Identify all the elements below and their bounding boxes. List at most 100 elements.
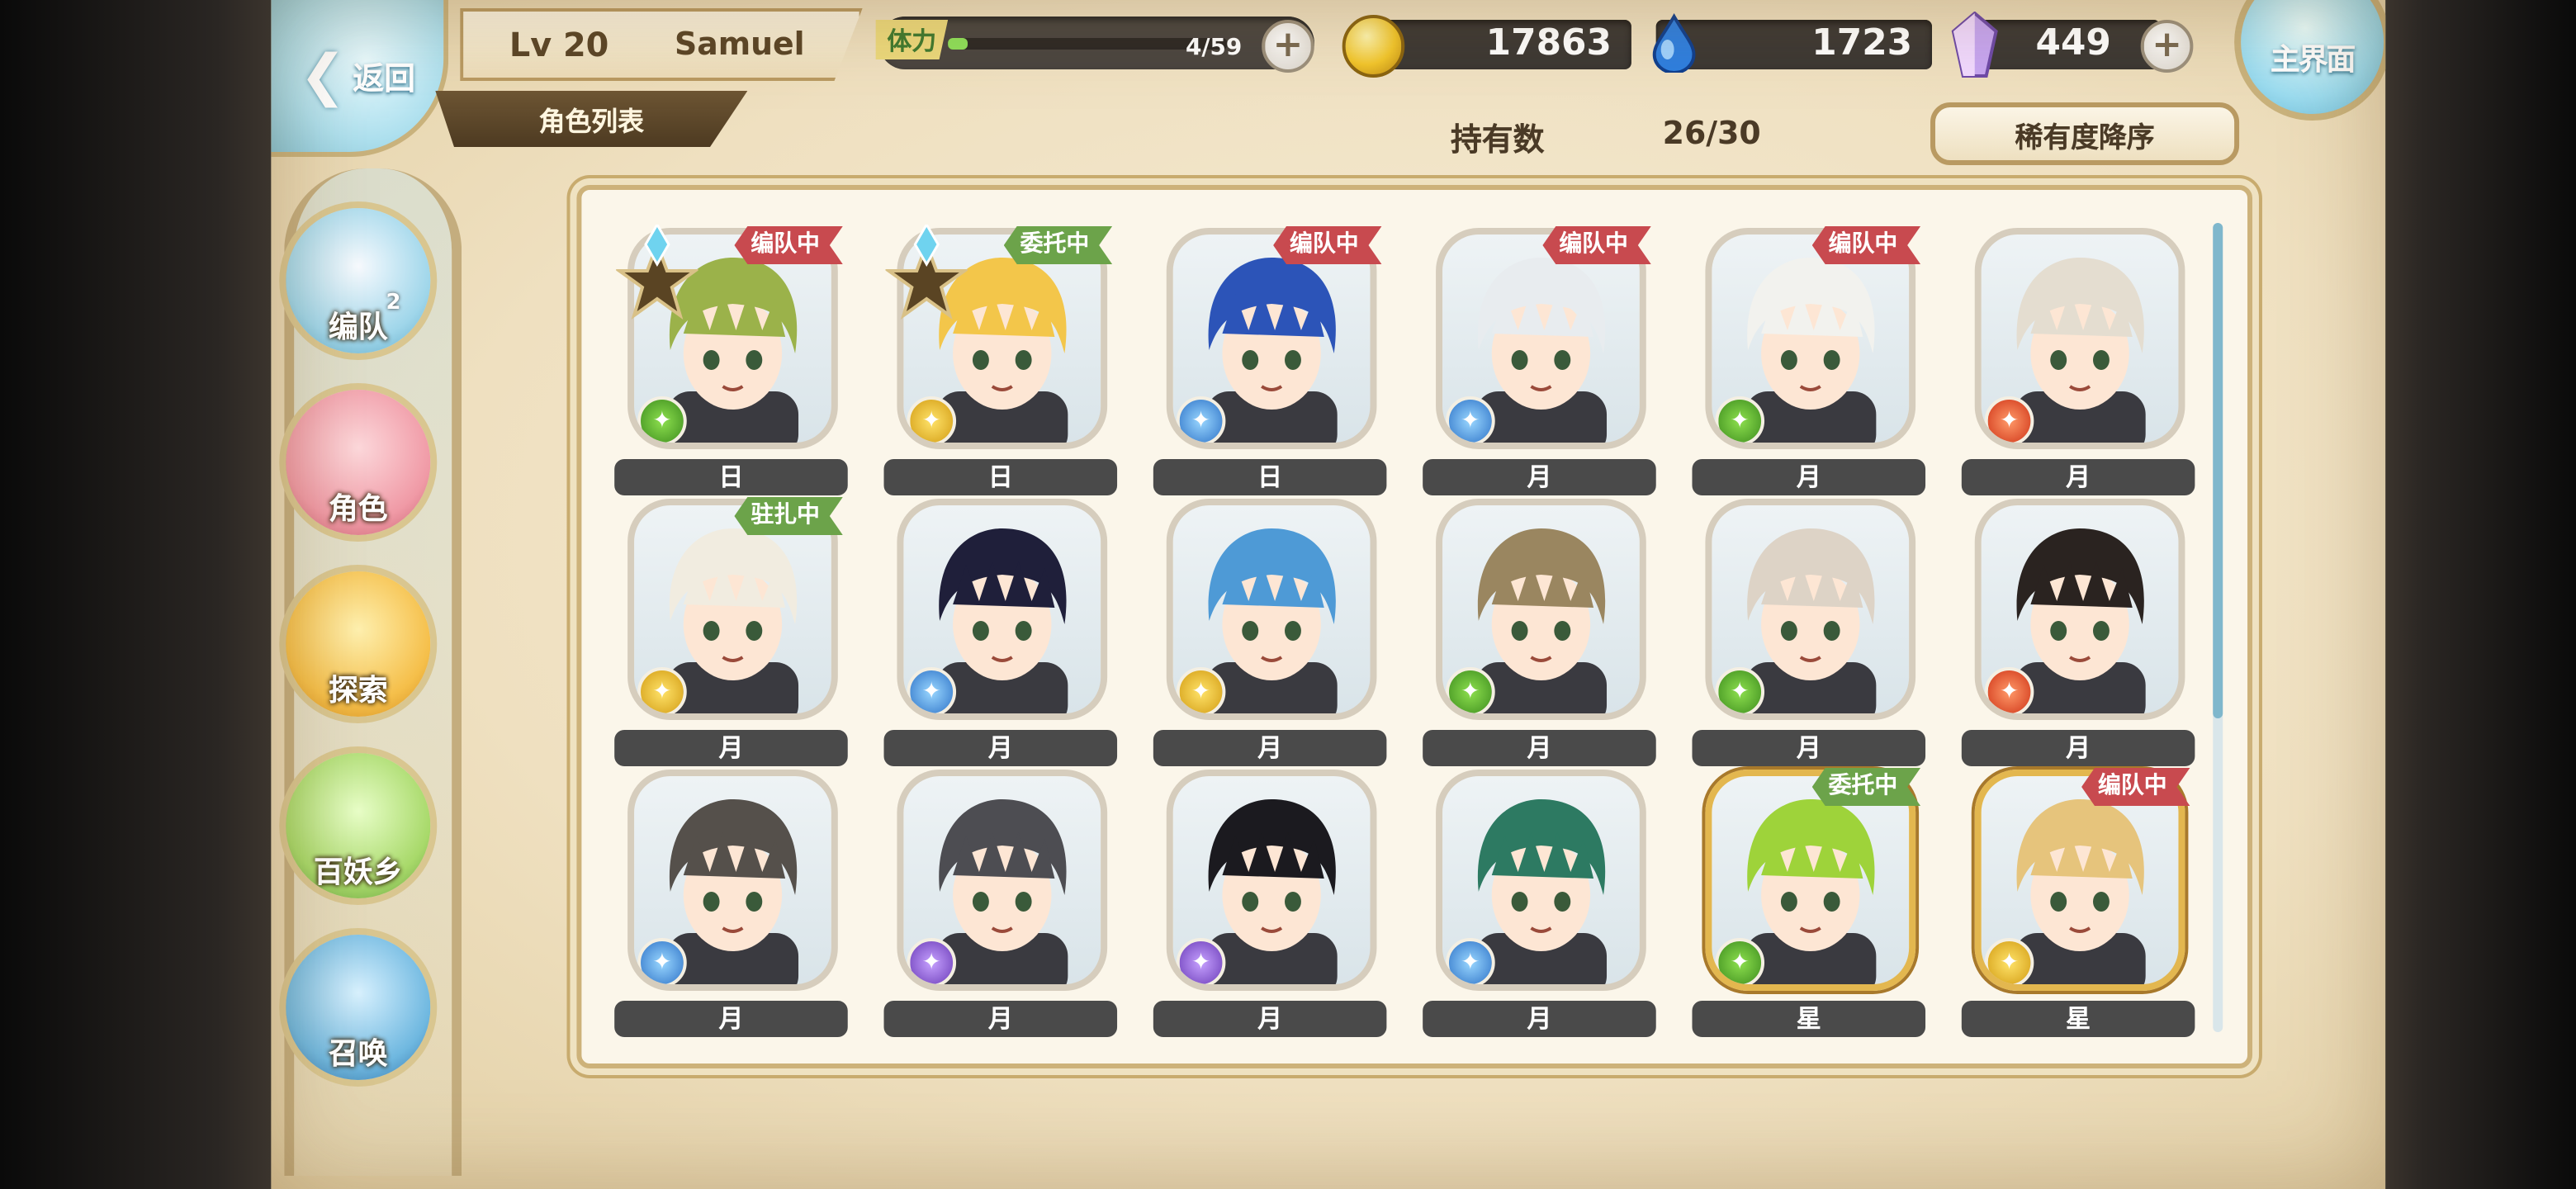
character-card[interactable]: ✦ 编队中月	[1423, 226, 1661, 499]
purple-attribute-icon: ✦	[1176, 938, 1226, 984]
character-card[interactable]: ✦ 月	[1153, 499, 1392, 770]
scrollbar-thumb[interactable]	[2213, 223, 2223, 718]
character-portrait[interactable]: ✦	[897, 770, 1108, 991]
green-attribute-icon: ✦	[1446, 667, 1495, 713]
yellow-attribute-icon: ✦	[1984, 938, 2034, 984]
character-card[interactable]: ✦ 月	[1961, 228, 2200, 499]
character-card[interactable]: ✦ 月	[1423, 770, 1661, 1040]
roster-scrollbar[interactable]	[2213, 223, 2223, 1032]
nav-label: 探索	[328, 674, 388, 708]
green-attribute-icon: ✦	[1715, 667, 1765, 713]
grade-label: 日	[1153, 459, 1387, 495]
character-portrait[interactable]: ✦	[1166, 499, 1377, 720]
character-card[interactable]: ✦ 月	[1153, 770, 1392, 1040]
grade-label: 月	[883, 730, 1118, 766]
character-portrait[interactable]: ✦	[1436, 770, 1646, 991]
add-stamina-button[interactable]: +	[1262, 20, 1314, 73]
character-portrait[interactable]: ✦	[1705, 499, 1916, 720]
status-badge: 编队中	[2081, 768, 2190, 806]
blue-flame-icon	[1652, 13, 1696, 73]
character-card[interactable]: ✦ 驻扎中月	[614, 497, 853, 770]
character-card[interactable]: ✦ 月	[883, 499, 1122, 770]
gold-counter: 17863	[1342, 15, 1631, 78]
nav-item-1[interactable]: 角色	[279, 383, 438, 542]
player-name: Samuel	[674, 26, 805, 63]
grade-label: 月	[1153, 1001, 1387, 1037]
green-attribute-icon: ✦	[637, 396, 687, 443]
back-button[interactable]: ❮ 返回	[271, 0, 449, 157]
status-badge: 编队中	[1812, 226, 1920, 264]
home-label: 主界面	[2270, 42, 2356, 77]
nav-label: 百妖乡	[314, 855, 403, 890]
character-card[interactable]: ✦ 编队中日	[614, 225, 853, 499]
nav-item-2[interactable]: 探索	[279, 565, 438, 723]
green-attribute-icon: ✦	[1715, 396, 1765, 443]
right-dark-border	[2385, 0, 2576, 1189]
add-crystal-button[interactable]: +	[2140, 20, 2194, 73]
owned-count-value: 26/30	[1662, 116, 1761, 152]
grade-label: 月	[1153, 730, 1387, 766]
blue-attribute-icon: ✦	[1446, 938, 1495, 984]
grade-label: 月	[1423, 1001, 1656, 1037]
status-badge: 驻扎中	[734, 497, 842, 535]
status-badge: 委托中	[1004, 226, 1112, 264]
player-level: Lv 20	[509, 25, 609, 64]
character-portrait[interactable]: ✦	[1166, 770, 1377, 991]
character-card[interactable]: ✦ 月	[614, 770, 853, 1040]
red-attribute-icon: ✦	[1984, 667, 2034, 713]
grade-label: 月	[614, 1001, 848, 1037]
character-card[interactable]: ✦ 月	[883, 770, 1122, 1040]
soul-counter: 1723	[1652, 13, 1933, 73]
section-title: 角色列表	[538, 106, 645, 137]
crystal-value: 449	[2035, 23, 2111, 64]
character-card[interactable]: ✦ 委托中日	[883, 225, 1122, 499]
home-button[interactable]: 主界面	[2234, 0, 2386, 121]
character-card[interactable]: ✦ 月	[1961, 499, 2200, 770]
status-badge: 编队中	[1273, 226, 1381, 264]
character-card[interactable]: ✦ 编队中星	[1961, 768, 2200, 1040]
nav-badge: 2	[386, 291, 401, 315]
stamina-value: 4/59	[1185, 35, 1243, 61]
section-title-banner: 角色列表	[435, 91, 748, 147]
blue-attribute-icon: ✦	[907, 667, 957, 713]
crystal-counter: 449	[1951, 12, 2161, 78]
character-portrait[interactable]: ✦	[1974, 499, 2185, 720]
sort-rarity-button[interactable]: 稀有度降序	[1930, 102, 2240, 165]
owned-count-label: 持有数	[1450, 122, 1545, 159]
back-label: 返回	[353, 60, 415, 97]
character-portrait[interactable]: ✦	[1974, 228, 2185, 449]
character-card[interactable]: ✦ 月	[1423, 499, 1661, 770]
grade-label: 月	[1423, 459, 1656, 495]
red-attribute-icon: ✦	[1984, 396, 2034, 443]
blue-attribute-icon: ✦	[1446, 396, 1495, 443]
yellow-attribute-icon: ✦	[637, 667, 687, 713]
character-portrait[interactable]: ✦	[1436, 499, 1646, 720]
leader-star-icon	[616, 225, 698, 320]
nav-label: 编队	[328, 310, 388, 345]
back-arrow-icon: ❮	[299, 43, 347, 109]
character-card[interactable]: ✦ 月	[1692, 499, 1930, 770]
grade-label: 日	[883, 459, 1118, 495]
status-badge: 编队中	[734, 226, 842, 264]
grade-label: 月	[1692, 459, 1926, 495]
crystal-icon	[1951, 12, 1998, 78]
gold-coin-icon	[1342, 15, 1405, 78]
character-portrait[interactable]: ✦	[627, 770, 838, 991]
character-card[interactable]: ✦ 编队中日	[1153, 226, 1392, 499]
status-badge: 委托中	[1812, 768, 1920, 806]
yellow-attribute-icon: ✦	[1176, 667, 1226, 713]
stamina-bar: 体力 4/59	[875, 17, 1314, 69]
character-card[interactable]: ✦ 编队中月	[1692, 226, 1930, 499]
purple-attribute-icon: ✦	[907, 938, 957, 984]
stamina-label: 体力	[875, 20, 949, 59]
left-dark-border	[0, 0, 272, 1189]
character-card[interactable]: ✦ 委托中星	[1692, 768, 1930, 1040]
grade-label: 星	[1692, 1001, 1926, 1037]
status-badge: 编队中	[1542, 226, 1650, 264]
nav-item-0[interactable]: 编队 2	[279, 201, 438, 360]
nav-item-3[interactable]: 百妖乡	[279, 746, 438, 905]
nav-item-4[interactable]: 召唤	[279, 928, 438, 1087]
nav-label: 召唤	[328, 1037, 388, 1072]
sort-label: 稀有度降序	[2015, 121, 2155, 154]
character-portrait[interactable]: ✦	[897, 499, 1108, 720]
